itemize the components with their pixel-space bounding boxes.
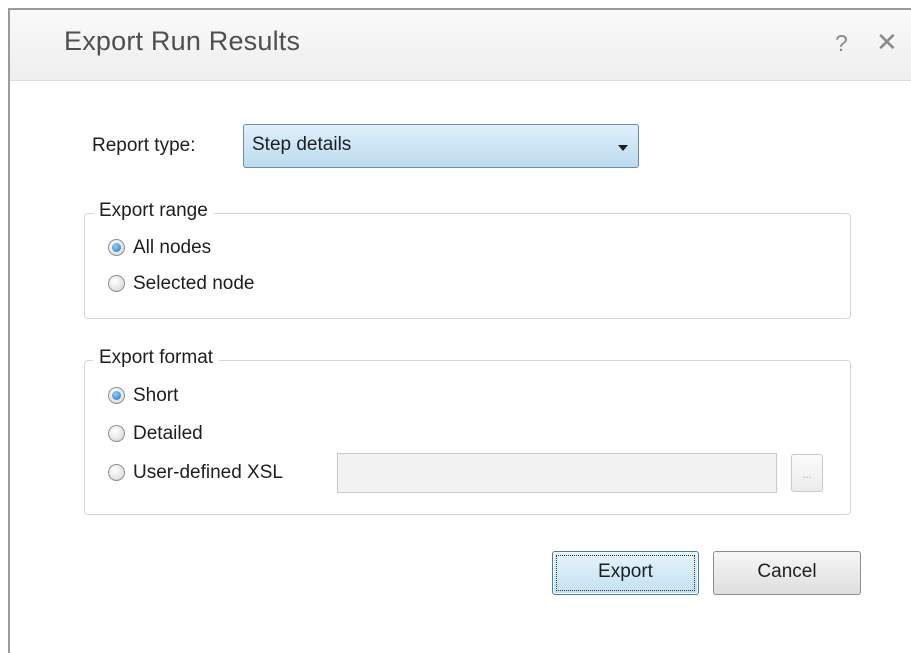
export-format-legend: Export format	[93, 347, 220, 369]
export-button[interactable]: Export	[552, 551, 699, 595]
radio-detailed-label: Detailed	[133, 423, 203, 444]
radio-checked-icon[interactable]	[108, 239, 125, 256]
report-type-selected-value: Step details	[252, 134, 352, 155]
export-range-group: Export range	[84, 200, 851, 319]
radio-short-label: Short	[133, 385, 179, 406]
cancel-button-label: Cancel	[757, 561, 817, 582]
close-icon[interactable]: ✕	[876, 27, 898, 58]
export-run-results-dialog: Export Run Results ? ✕ Report type: Step…	[8, 8, 911, 653]
export-range-legend: Export range	[93, 200, 214, 222]
radio-all-nodes-label: All nodes	[133, 237, 212, 258]
radio-unchecked-icon[interactable]	[108, 275, 125, 292]
xsl-path-input[interactable]	[337, 453, 777, 493]
radio-unchecked-icon[interactable]	[108, 425, 125, 442]
cancel-button[interactable]: Cancel	[713, 551, 861, 595]
radio-user-defined-xsl-label: User-defined XSL	[133, 462, 283, 483]
help-icon[interactable]: ?	[835, 30, 848, 57]
title-bar: Export Run Results ? ✕	[10, 10, 911, 81]
report-type-label: Report type:	[92, 135, 196, 156]
browse-xsl-button[interactable]: ...	[791, 454, 823, 492]
report-type-select[interactable]: Step details	[243, 124, 639, 168]
chevron-down-icon	[618, 145, 628, 151]
radio-unchecked-icon[interactable]	[108, 464, 125, 481]
radio-selected-node-label: Selected node	[133, 273, 255, 294]
dialog-title: Export Run Results	[64, 26, 301, 56]
focus-ring	[556, 555, 695, 591]
radio-checked-icon[interactable]	[108, 387, 125, 404]
